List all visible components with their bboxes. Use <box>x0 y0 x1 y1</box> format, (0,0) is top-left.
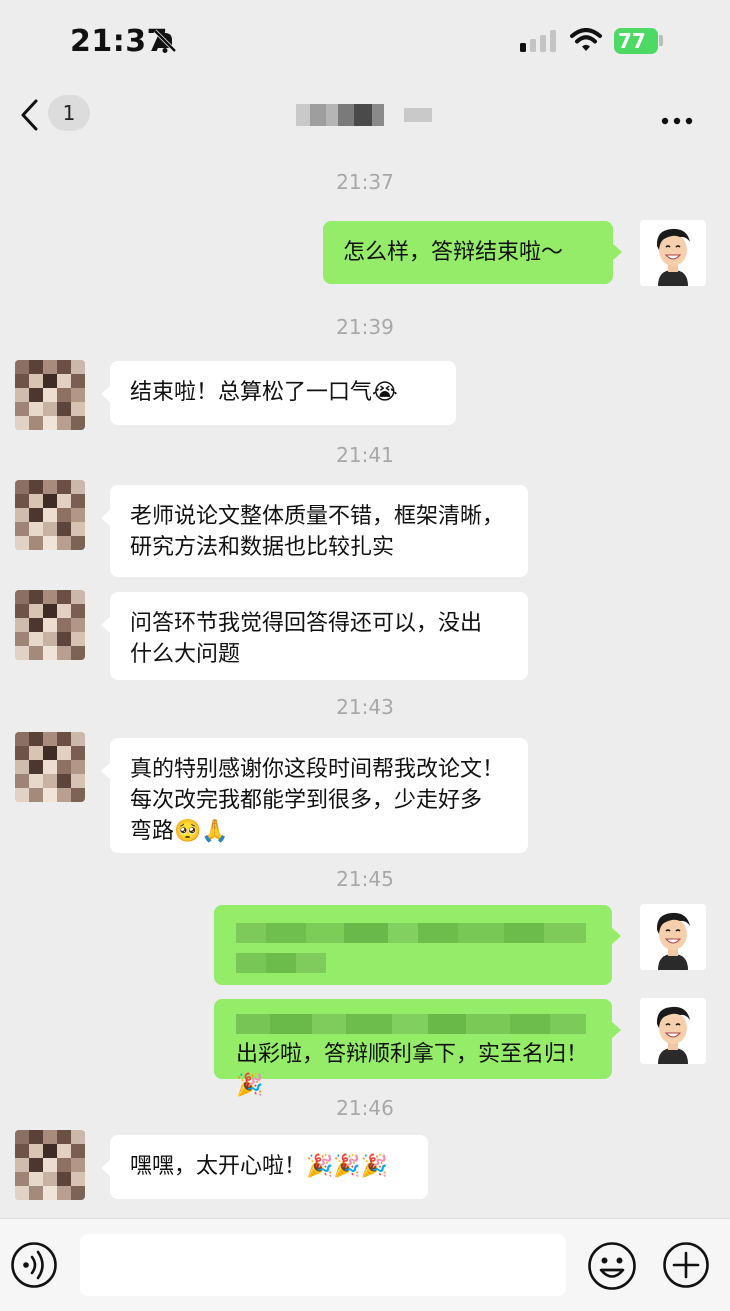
battery-level: 77 <box>618 29 646 53</box>
message-text: 怎么样，答辩结束啦～ <box>343 240 564 265</box>
message-text-line: 老师说论文整体质量不错，框架清晰， <box>130 504 505 529</box>
chat-title-redacted <box>296 104 432 126</box>
status-bar: 21:37 77 <box>0 0 730 82</box>
emoji-icon[interactable] <box>587 1241 637 1295</box>
message-text: 嘿嘿，太开心啦！🎉🎉🎉 <box>130 1154 389 1179</box>
timestamp: 21:37 <box>336 170 394 194</box>
timestamp: 21:39 <box>336 315 394 339</box>
chat-nav-bar: 1 <box>0 82 730 146</box>
timestamp: 21:45 <box>336 867 394 891</box>
outgoing-message-bubble[interactable]: 出彩啦，答辩顺利拿下，实至名归！🎉 <box>214 999 621 1098</box>
back-chevron-icon[interactable] <box>18 98 42 136</box>
voice-icon[interactable] <box>10 1241 58 1293</box>
incoming-message-bubble[interactable]: 老师说论文整体质量不错，框架清晰， 研究方法和数据也比较扎实 <box>101 485 528 577</box>
message-text-line: 什么大问题 <box>130 642 241 667</box>
contact-avatar[interactable] <box>15 732 85 802</box>
redacted-text-line <box>236 947 590 977</box>
my-avatar[interactable] <box>640 998 706 1064</box>
message-text-line: 出彩啦，答辩顺利拿下，实至名归！🎉 <box>236 1042 589 1098</box>
redacted-text-line <box>236 1008 590 1039</box>
unread-count-badge[interactable]: 1 <box>48 95 90 131</box>
outgoing-message-bubble-redacted[interactable] <box>214 905 621 985</box>
incoming-message-bubble[interactable]: 真的特别感谢你这段时间帮我改论文！ 每次改完我都能学到很多，少走好多 弯路🥺🙏 <box>101 738 528 853</box>
mute-bell-icon <box>152 28 178 58</box>
signal-icon <box>520 30 558 56</box>
more-icon[interactable] <box>660 100 694 133</box>
plus-icon[interactable] <box>662 1241 710 1293</box>
incoming-message-bubble[interactable]: 嘿嘿，太开心啦！🎉🎉🎉 <box>101 1135 428 1199</box>
contact-avatar[interactable] <box>15 590 85 660</box>
message-input[interactable] <box>80 1234 566 1296</box>
wifi-icon <box>570 28 602 56</box>
battery-icon: 77 <box>614 28 658 54</box>
contact-avatar[interactable] <box>15 1130 85 1200</box>
redacted-text-line <box>236 917 590 947</box>
my-avatar[interactable] <box>640 904 706 970</box>
battery-tip <box>659 35 663 46</box>
my-avatar[interactable] <box>640 220 706 286</box>
message-text-line: 弯路🥺🙏 <box>130 819 229 844</box>
message-text-line: 研究方法和数据也比较扎实 <box>130 535 395 560</box>
timestamp: 21:43 <box>336 695 394 719</box>
message-text: 结束啦！总算松了一口气😭 <box>130 380 398 405</box>
contact-avatar[interactable] <box>15 480 85 550</box>
message-text-line: 问答环节我觉得回答得还可以，没出 <box>130 611 483 636</box>
chat-input-bar <box>0 1218 730 1311</box>
incoming-message-bubble[interactable]: 结束啦！总算松了一口气😭 <box>101 361 456 425</box>
outgoing-message-bubble[interactable]: 怎么样，答辩结束啦～ <box>323 221 622 284</box>
contact-avatar[interactable] <box>15 360 85 430</box>
incoming-message-bubble[interactable]: 问答环节我觉得回答得还可以，没出 什么大问题 <box>101 592 528 680</box>
message-text-line: 真的特别感谢你这段时间帮我改论文！ <box>130 757 505 782</box>
message-text-line: 每次改完我都能学到很多，少走好多 <box>130 788 483 813</box>
timestamp: 21:41 <box>336 443 394 467</box>
